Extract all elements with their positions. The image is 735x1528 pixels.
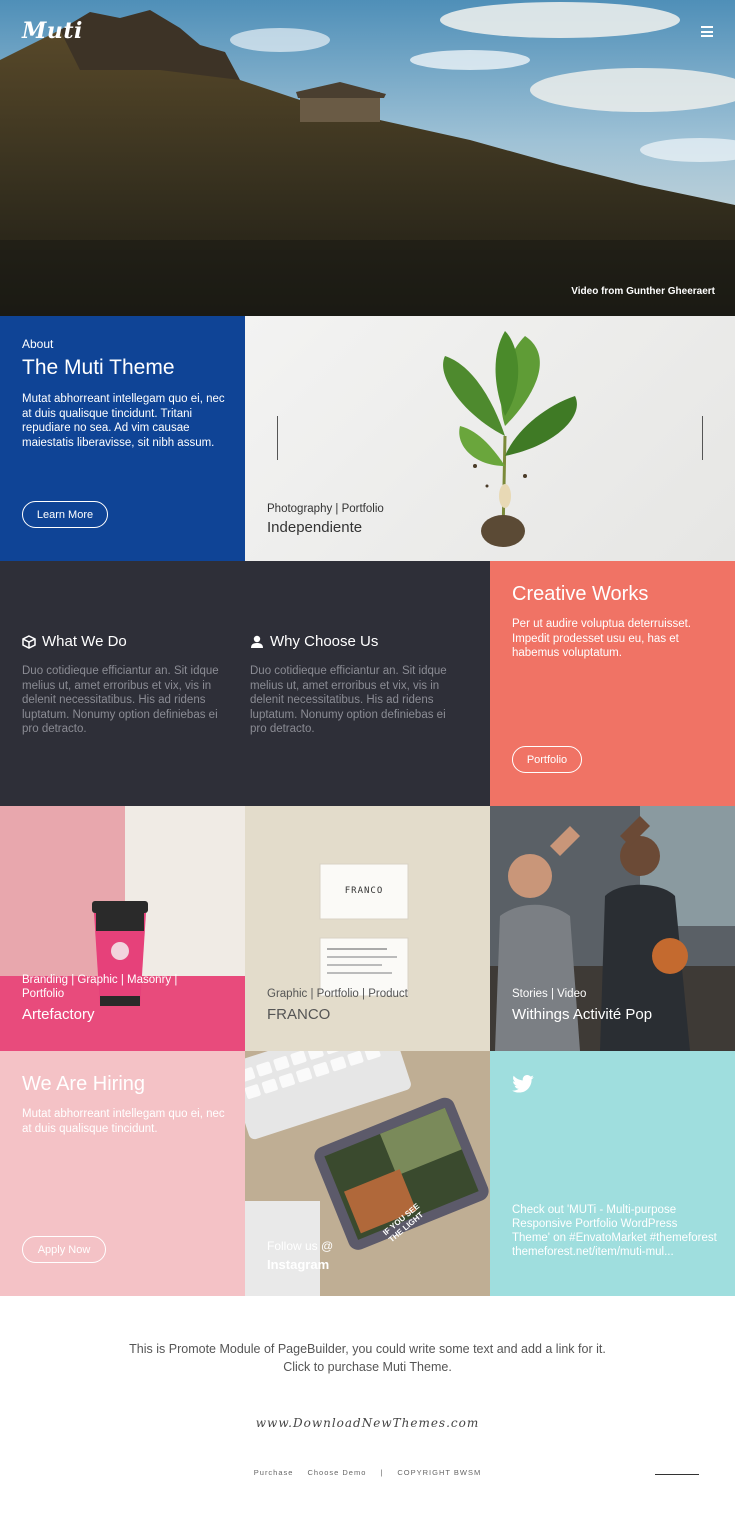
hiring-description: Mutat abhorreant intellegam quo ei, nec … [22,1108,225,1135]
promote-module: This is Promote Module of PageBuilder, y… [0,1340,735,1376]
project-title[interactable]: FRANCO [267,1006,330,1023]
promote-text: This is Promote Module of PageBuilder, y… [129,1342,606,1356]
hero-section: Muti Video from Gunther Gheeraert [0,0,735,316]
creative-description: Per ut audire voluptua deterruisset. Imp… [512,618,691,659]
services-panel: What We Do Duo cotidieque efficiantur an… [0,561,490,806]
project-card-franco[interactable]: FRANCO Graphic | Portfolio | Product FRA… [245,806,490,1051]
creative-works-panel: Creative Works Per ut audire voluptua de… [490,561,735,806]
creative-title: Creative Works [512,583,649,605]
project-title[interactable]: Withings Activité Pop [512,1006,652,1023]
instagram-follow-label: Follow us @ [267,1239,334,1253]
hero-video-credit: Video from Gunther Gheeraert [571,286,715,297]
service-what-we-do: What We Do Duo cotidieque efficiantur an… [22,633,236,737]
service-description: Duo cotidieque efficiantur an. Sit idque… [250,665,447,735]
about-title: The Muti Theme [22,356,175,379]
footer-separator: | [380,1468,384,1477]
about-description: Mutat abhorreant intellegam quo ei, nec … [22,393,225,449]
hiring-panel: We Are Hiring Mutat abhorreant intellega… [0,1051,245,1296]
instagram-panel[interactable]: IF YOU SEE THE LIGHT Follow us @ Instagr… [245,1051,490,1296]
site-footer: Purchase Choose Demo | COPYRIGHT BWSM [0,1468,735,1477]
about-kicker: About [22,337,54,351]
footer-divider [655,1474,699,1475]
featured-project-card[interactable]: Photography | Portfolio Independiente [245,316,735,561]
featured-project-tags[interactable]: Photography | Portfolio [267,503,384,515]
footer-choose-demo-link[interactable]: Choose Demo [307,1468,366,1477]
twitter-panel: Check out 'MUTi - Multi-purpose Responsi… [490,1051,735,1296]
service-title: What We Do [42,633,127,650]
latest-tweet[interactable]: Check out 'MUTi - Multi-purpose Responsi… [512,1203,717,1259]
site-logo[interactable]: Muti [22,18,83,44]
project-tags[interactable]: Stories | Video [512,987,712,1001]
instagram-link[interactable]: Instagram [267,1257,329,1272]
footer-copyright: COPYRIGHT BWSM [397,1468,482,1477]
purchase-link[interactable]: Click to purchase Muti Theme. [0,1358,735,1376]
slider-next-handle[interactable] [702,416,703,460]
cube-icon [22,634,36,649]
apply-now-button[interactable]: Apply Now [22,1236,106,1263]
project-tags[interactable]: Branding | Graphic | Masonry | Portfolio [22,973,222,1001]
twitter-icon[interactable] [512,1075,534,1093]
service-why-choose-us: Why Choose Us Duo cotidieque efficiantur… [250,633,464,737]
project-card-artefactory[interactable]: Branding | Graphic | Masonry | Portfolio… [0,806,245,1051]
franco-card-text: FRANCO [344,886,384,896]
service-description: Duo cotidieque efficiantur an. Sit idque… [22,665,219,735]
project-card-withings[interactable]: Stories | Video Withings Activité Pop [490,806,735,1051]
download-watermark: www.DownloadNewThemes.com [255,1416,480,1430]
hero-landscape-image [0,0,735,316]
project-title[interactable]: Artefactory [22,1006,95,1023]
footer-purchase-link[interactable]: Purchase [254,1468,294,1477]
portfolio-button[interactable]: Portfolio [512,746,582,773]
about-panel: About The Muti Theme Mutat abhorreant in… [0,316,245,561]
slider-prev-handle[interactable] [277,416,278,460]
featured-project-title[interactable]: Independiente [267,519,362,536]
service-title: Why Choose Us [270,633,379,650]
user-icon [251,635,263,648]
project-tags[interactable]: Graphic | Portfolio | Product [267,987,467,1001]
learn-more-button[interactable]: Learn More [22,501,108,528]
hamburger-icon[interactable] [701,26,713,37]
hiring-title: We Are Hiring [22,1073,146,1095]
